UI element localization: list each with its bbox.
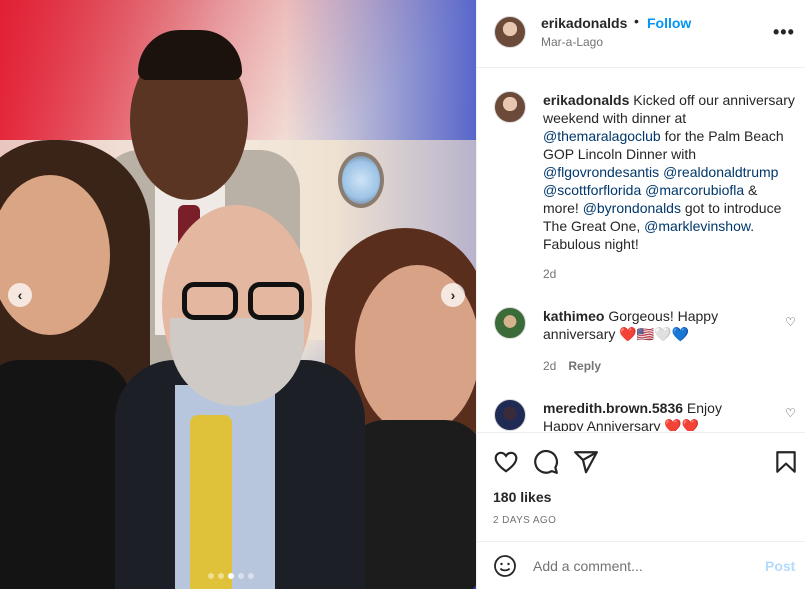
mention-link[interactable]: @themaralagoclub	[543, 128, 661, 144]
add-comment-bar: Post	[477, 541, 805, 589]
comment-text: kathimeo Gorgeous! Happy anniversary ❤️🇺…	[543, 307, 763, 343]
comment-meta: 2d Reply	[543, 359, 601, 373]
header-username[interactable]: erikadonalds	[541, 15, 627, 31]
comment-like-heart-icon[interactable]: ♡	[785, 316, 797, 328]
follow-button[interactable]: Follow	[647, 15, 691, 31]
avatar[interactable]	[494, 16, 526, 48]
carousel-dot	[218, 573, 224, 579]
caption-text: erikadonalds Kicked off our anniversary …	[543, 91, 797, 253]
header-separator: •	[634, 13, 639, 29]
caption-username[interactable]: erikadonalds	[543, 92, 629, 108]
mention-link[interactable]: @scottforflorida	[543, 182, 641, 198]
carousel-dot	[248, 573, 254, 579]
comment-username[interactable]: kathimeo	[543, 308, 604, 324]
comment-like-heart-icon[interactable]: ♡	[785, 407, 797, 419]
mention-link[interactable]: @marklevinshow	[644, 218, 750, 234]
location-link[interactable]: Mar-a-Lago	[541, 35, 603, 49]
heart-icon[interactable]	[493, 449, 519, 475]
carousel-next-button[interactable]: ›	[441, 283, 465, 307]
speech-bubble-icon[interactable]	[533, 449, 559, 475]
mention-link[interactable]: @marcorubiofla	[645, 182, 744, 198]
carousel-dots	[208, 573, 254, 579]
caption-avatar[interactable]	[494, 91, 526, 123]
post-header: erikadonalds • Follow Mar-a-Lago •••	[477, 0, 805, 68]
post-comment-button[interactable]: Post	[765, 558, 795, 574]
likes-count[interactable]: 180 likes	[493, 489, 551, 505]
post-side-panel: erikadonalds • Follow Mar-a-Lago ••• eri…	[476, 0, 805, 589]
photo-woman-left-body	[0, 360, 130, 589]
comment-text: meredith.brown.5836 Enjoy Happy Annivers…	[543, 399, 763, 431]
comments-list[interactable]: erikadonalds Kicked off our anniversary …	[477, 69, 805, 431]
paper-plane-icon[interactable]	[573, 449, 599, 475]
more-options-icon[interactable]: •••	[773, 22, 795, 42]
mention-link[interactable]: @flgovrondesantis	[543, 164, 659, 180]
comment-avatar[interactable]	[494, 399, 526, 431]
carousel-prev-button[interactable]: ‹	[8, 283, 32, 307]
post-date[interactable]: 2 DAYS AGO	[493, 515, 556, 526]
comment-username[interactable]: meredith.brown.5836	[543, 400, 683, 416]
smiley-icon[interactable]	[493, 554, 517, 578]
photo-man-center-tie	[190, 415, 232, 589]
carousel-dot	[228, 573, 234, 579]
photo-round-window	[338, 152, 384, 208]
post-photo[interactable]: ‹ ›	[0, 0, 476, 589]
carousel-dot	[238, 573, 244, 579]
post-actions: 180 likes 2 DAYS AGO	[477, 432, 805, 540]
carousel-dot	[208, 573, 214, 579]
comment-avatar[interactable]	[494, 307, 526, 339]
photo-man-center-glasses	[182, 282, 308, 322]
mention-link[interactable]: @realdonaldtrump	[663, 164, 778, 180]
mention-link[interactable]: @byrondonalds	[583, 200, 681, 216]
caption-timestamp[interactable]: 2d	[543, 267, 556, 281]
reply-button[interactable]: Reply	[568, 359, 601, 373]
comment-timestamp[interactable]: 2d	[543, 359, 556, 373]
comment-input[interactable]	[533, 556, 753, 576]
bookmark-icon[interactable]	[773, 449, 799, 475]
